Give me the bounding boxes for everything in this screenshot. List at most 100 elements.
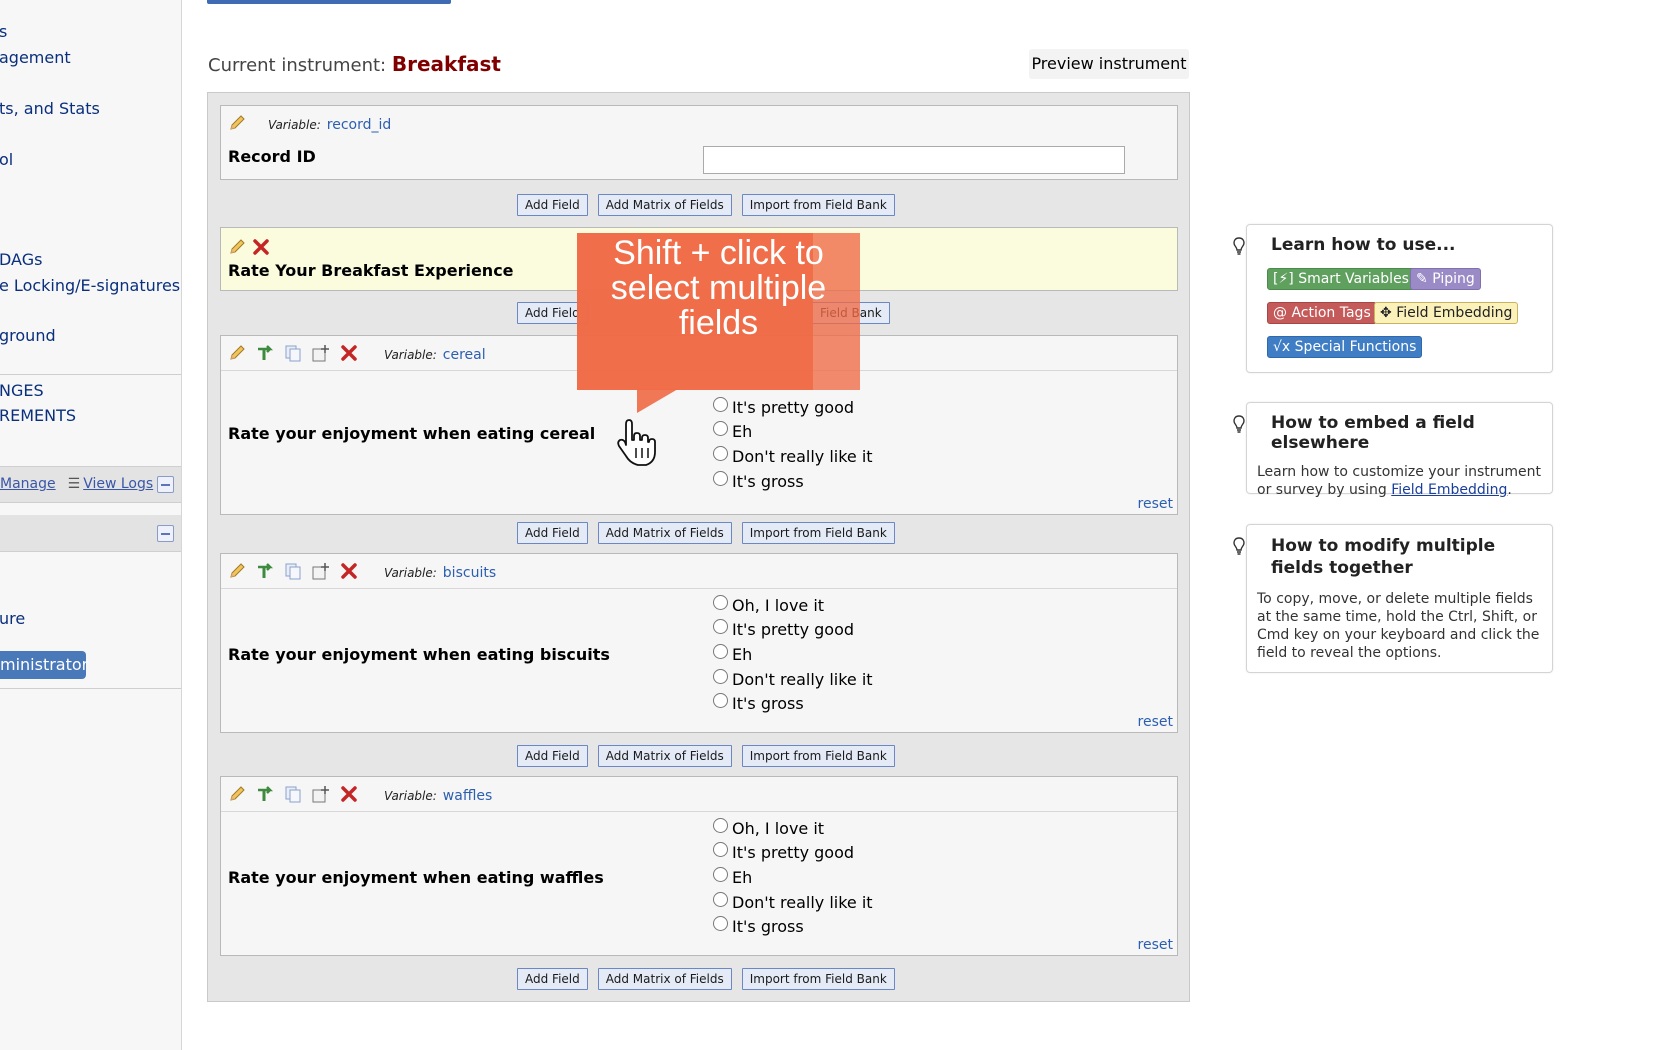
pencil-icon[interactable] [228,114,246,132]
piping-badge[interactable]: ✎ Piping [1410,268,1481,290]
radio-button[interactable] [713,396,728,412]
radio-option[interactable]: Eh [713,642,873,667]
modify-help-panel: How to modify multiple fields together T… [1233,524,1553,673]
branching-icon[interactable] [256,344,274,362]
radio-option[interactable]: It's gross [713,914,873,939]
radio-option[interactable]: Don't really like it [713,444,873,469]
reset-link[interactable]: reset [1138,714,1173,730]
sidebar-link-tool[interactable]: ol [0,150,13,169]
add-matrix-button[interactable]: Add Matrix of Fields [597,968,732,990]
sqrt-icon: √x [1273,339,1291,355]
radio-option[interactable]: It's pretty good [713,841,873,866]
sidebar-link-requirements[interactable]: REMENTS [0,406,76,425]
copy-icon[interactable] [284,344,302,362]
radio-option[interactable]: Don't really like it [713,667,873,692]
radio-option[interactable]: Eh [713,865,873,890]
add-matrix-button[interactable]: Add Matrix of Fields [597,522,732,544]
import-field-bank-button[interactable]: Import from Field Bank [741,745,895,767]
action-tags-badge[interactable]: @ Action Tags [1267,302,1377,324]
pencil-icon[interactable] [228,785,246,803]
radio-button[interactable] [713,668,728,684]
add-field-button[interactable]: Add Field [517,745,588,767]
delete-icon[interactable] [252,238,270,256]
collapse-button[interactable] [157,476,174,493]
field-record-id[interactable]: Variable: record_id Record ID [220,105,1178,180]
field-waffles[interactable]: Variable: waffles Rate your enjoyment whe… [220,776,1178,956]
radio-button[interactable] [713,594,728,610]
radio-option[interactable]: It's gross [713,469,873,494]
sidebar-link-structure[interactable]: ure [0,609,25,628]
radio-button[interactable] [713,619,728,635]
sidebar-link-changes[interactable]: NGES [0,381,44,400]
collapse-button[interactable] [157,525,174,542]
field-button-row: Add Field Add Matrix of Fields Import fr… [517,745,895,767]
sidebar-link[interactable]: s [0,22,7,41]
import-field-bank-button[interactable]: Import from Field Bank [741,968,895,990]
radio-button[interactable] [713,643,728,659]
wand-icon: ✎ [1416,271,1428,287]
field-label: Rate your enjoyment when eating waffles [228,868,604,887]
radio-button[interactable] [713,693,728,709]
record-id-input[interactable] [703,146,1125,174]
delete-icon[interactable] [340,344,358,362]
smart-variables-badge[interactable]: [⚡] Smart Variables [1267,268,1415,290]
delete-icon[interactable] [340,562,358,580]
field-biscuits[interactable]: Variable: biscuits Rate your enjoyment wh… [220,553,1178,733]
administrator-button[interactable]: ministrator [0,651,88,679]
import-field-bank-button[interactable]: Import from Field Bank [741,194,895,216]
field-embedding-badge[interactable]: ✥ Field Embedding [1374,302,1519,324]
radio-option[interactable]: It's pretty good [713,395,873,420]
view-logs-link[interactable]: View Logs [83,476,153,492]
move-icon[interactable] [312,562,330,580]
radio-button[interactable] [713,421,728,437]
radio-button[interactable] [713,817,728,833]
special-functions-badge[interactable]: √x Special Functions [1267,336,1423,358]
radio-button[interactable] [713,891,728,907]
add-matrix-button[interactable]: Add Matrix of Fields [597,194,732,216]
delete-icon[interactable] [340,785,358,803]
radio-button[interactable] [713,916,728,932]
move-icon[interactable] [312,344,330,362]
import-field-bank-button[interactable]: Import from Field Bank [741,522,895,544]
radio-option[interactable]: Oh, I love it [713,593,873,618]
copy-icon[interactable] [284,562,302,580]
branching-icon[interactable] [256,562,274,580]
move-icon[interactable] [312,785,330,803]
left-sidebar: s agement ts, and Stats ol DAGs e Lockin… [0,0,182,1050]
sidebar-link-locking[interactable]: e Locking/E-signatures [0,276,180,295]
pencil-icon[interactable] [228,238,246,256]
reset-link[interactable]: reset [1138,496,1173,512]
radio-button[interactable] [713,866,728,882]
radio-option[interactable]: Oh, I love it [713,816,873,841]
tooltip-text: Shift + click to select multiple fields [610,234,827,342]
sidebar-link-reports-stats[interactable]: ts, and Stats [0,99,100,118]
field-button-row: Add Field Add Matrix of Fields Import fr… [517,968,895,990]
preview-instrument-button[interactable]: Preview instrument [1029,49,1189,79]
radio-button[interactable] [713,842,728,858]
list-icon: ☰ [67,476,81,492]
pencil-icon[interactable] [228,344,246,362]
pencil-icon[interactable] [228,562,246,580]
radio-button[interactable] [713,470,728,486]
reset-link[interactable]: reset [1138,937,1173,953]
radio-button[interactable] [713,445,728,461]
add-field-button[interactable]: Add Field [517,968,588,990]
copy-icon[interactable] [284,785,302,803]
radio-option[interactable]: Eh [713,420,873,445]
add-field-button[interactable]: Add Field [517,522,588,544]
learn-panel: Learn how to use... [⚡] Smart Variables … [1233,224,1553,373]
sidebar-link-user-management[interactable]: agement [0,48,71,67]
add-matrix-button[interactable]: Add Matrix of Fields [597,745,732,767]
sidebar-link-background[interactable]: ground [0,326,56,345]
branching-icon[interactable] [256,785,274,803]
tooltip-tail [637,389,678,413]
manage-link[interactable]: Manage [0,476,56,492]
radio-option[interactable]: It's pretty good [713,618,873,643]
add-field-button[interactable]: Add Field [517,194,588,216]
radio-group: Oh, I love it It's pretty good Eh Don't … [713,816,873,939]
lightbulb-icon [1233,415,1245,433]
radio-option[interactable]: It's gross [713,691,873,716]
field-embedding-link[interactable]: Field Embedding [1391,482,1507,498]
radio-option[interactable]: Don't really like it [713,890,873,915]
sidebar-link-dags[interactable]: DAGs [0,250,42,269]
